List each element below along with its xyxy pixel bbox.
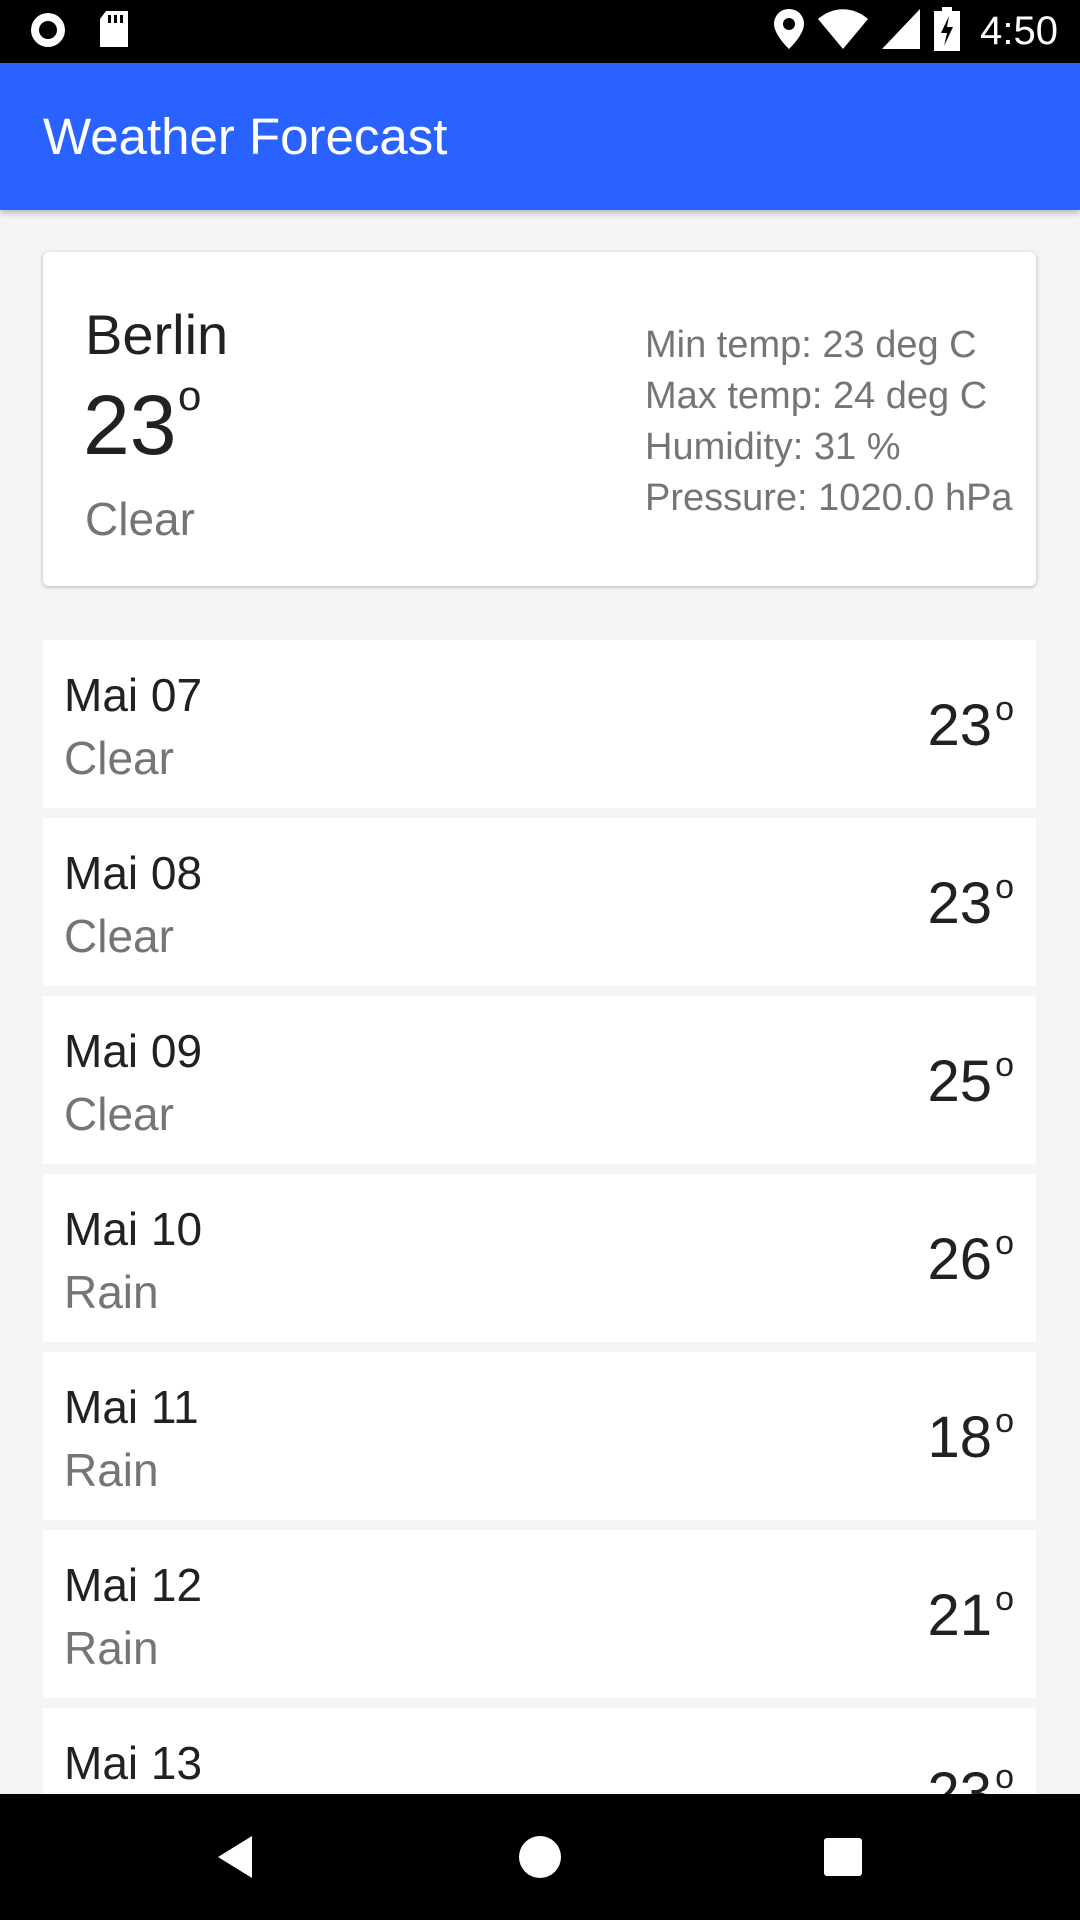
city-name: Berlin <box>85 303 229 366</box>
forecast-condition: Rain <box>64 1266 159 1318</box>
degree-symbol: o <box>995 1224 1014 1262</box>
app-title: Weather Forecast <box>43 108 448 165</box>
current-weather-card: Berlin 23 o Clear Min temp: 23 deg C Max… <box>43 252 1036 586</box>
status-bar: 4:50 <box>0 0 1080 63</box>
forecast-condition: Clear <box>64 732 174 784</box>
min-temp: Min temp: 23 deg C <box>645 324 977 366</box>
forecast-temperature: 23 <box>927 693 992 758</box>
wifi-icon <box>818 8 869 54</box>
humidity: Humidity: 31 % <box>645 426 901 468</box>
list-item[interactable]: Mai 10 Rain 26 o <box>43 1174 1036 1342</box>
current-condition: Clear <box>85 493 195 545</box>
sd-card-icon <box>98 10 130 54</box>
forecast-temperature: 23 <box>927 871 992 936</box>
record-icon <box>28 10 68 55</box>
status-left-icons <box>28 10 130 55</box>
forecast-temperature: 18 <box>927 1405 992 1470</box>
weather-details: Min temp: 23 deg C Max temp: 24 deg C Hu… <box>645 320 1013 524</box>
forecast-date: Mai 12 <box>64 1559 203 1611</box>
forecast-temperature: 26 <box>927 1227 992 1292</box>
max-temp: Max temp: 24 deg C <box>645 375 988 417</box>
list-item[interactable]: Mai 08 Clear 23 o <box>43 818 1036 986</box>
forecast-condition: Clear <box>64 910 174 962</box>
back-icon[interactable] <box>212 1832 262 1882</box>
list-item[interactable]: Mai 12 Rain 21 o <box>43 1530 1036 1698</box>
forecast-date: Mai 08 <box>64 847 203 899</box>
list-item[interactable]: Mai 09 Clear 25 o <box>43 996 1036 1164</box>
recents-icon[interactable] <box>818 1832 868 1882</box>
home-icon[interactable] <box>515 1832 565 1882</box>
battery-charging-icon <box>934 6 961 56</box>
degree-symbol: o <box>995 1580 1014 1618</box>
app-bar: Weather Forecast <box>0 63 1080 210</box>
forecast-list[interactable]: Mai 07 Clear 23 o Mai 08 Clear 23 o Mai … <box>43 640 1036 1794</box>
location-icon <box>774 8 805 54</box>
forecast-condition: Rain <box>64 1622 159 1674</box>
degree-symbol: o <box>995 690 1014 728</box>
forecast-date: Mai 09 <box>64 1025 203 1077</box>
forecast-date: Mai 10 <box>64 1203 203 1255</box>
list-item[interactable]: Mai 07 Clear 23 o <box>43 640 1036 808</box>
forecast-temperature: 25 <box>927 1049 992 1114</box>
status-time: 4:50 <box>980 8 1058 53</box>
degree-symbol: o <box>995 1402 1014 1440</box>
list-item[interactable]: Mai 11 Rain 18 o <box>43 1352 1036 1520</box>
content-area[interactable]: Berlin 23 o Clear Min temp: 23 deg C Max… <box>0 210 1080 1794</box>
current-temperature: 23 <box>83 378 177 472</box>
pressure: Pressure: 1020.0 hPa <box>645 477 1013 519</box>
forecast-condition: Clear <box>64 1088 174 1140</box>
degree-symbol: o <box>995 1758 1014 1794</box>
degree-symbol: o <box>995 1046 1014 1084</box>
forecast-date: Mai 07 <box>64 669 203 721</box>
degree-symbol: o <box>178 372 202 419</box>
forecast-temperature: 23 <box>927 1761 992 1794</box>
degree-symbol: o <box>995 868 1014 906</box>
list-item[interactable]: Mai 13 23 o <box>43 1708 1036 1794</box>
forecast-condition: Rain <box>64 1444 159 1496</box>
forecast-date: Mai 11 <box>64 1381 199 1433</box>
forecast-date: Mai 13 <box>64 1737 203 1789</box>
navigation-bar <box>0 1794 1080 1920</box>
forecast-temperature: 21 <box>927 1583 992 1648</box>
status-right-icons: 4:50 <box>774 6 1058 56</box>
signal-icon <box>882 8 921 54</box>
